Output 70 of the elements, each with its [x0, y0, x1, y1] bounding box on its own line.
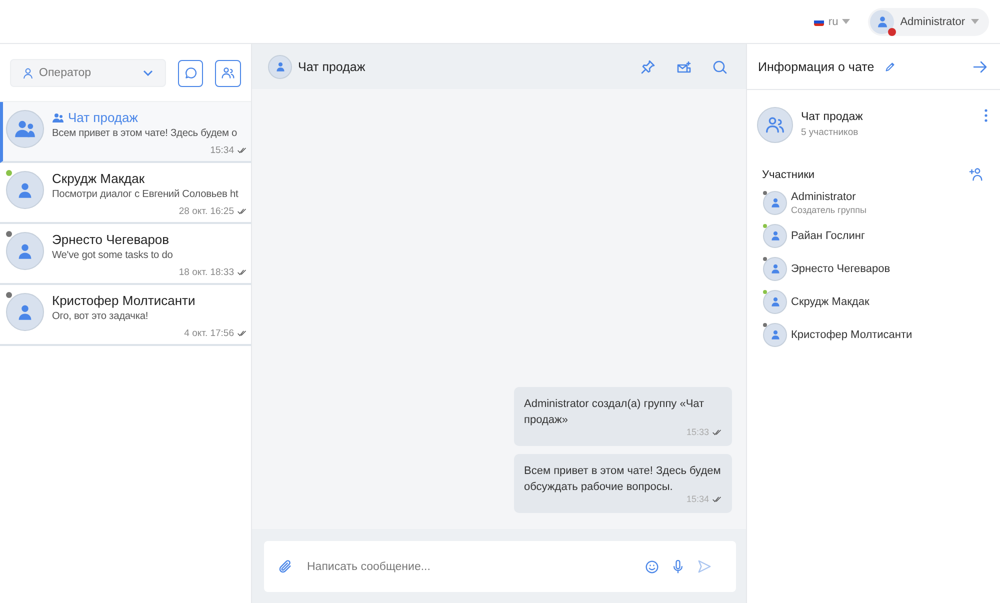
person-icon	[876, 15, 889, 28]
chevron-down-icon	[142, 70, 153, 76]
operator-dropdown[interactable]: Оператор	[10, 59, 166, 87]
message-time: 15:34	[686, 493, 709, 506]
more-icon[interactable]	[984, 109, 988, 122]
person-icon	[770, 296, 780, 307]
chat-title: Чат продаж	[298, 60, 366, 74]
search-icon[interactable]	[712, 58, 728, 74]
group-icon	[14, 120, 36, 138]
read-ticks-icon	[237, 330, 247, 337]
new-chat-button[interactable]	[178, 60, 204, 86]
russian-flag-icon	[814, 18, 824, 26]
chat-name: Скрудж Макдак	[52, 171, 145, 186]
person-icon	[770, 197, 780, 208]
message-preview: Всем привет в этом чате! Здесь будем о	[52, 128, 238, 139]
panel-title: Информация о чате	[758, 60, 874, 74]
group-name: Чат продаж	[801, 111, 863, 123]
person-icon	[23, 68, 33, 78]
chat-bubble-icon[interactable]	[184, 66, 198, 80]
member-role: Создатель группы	[791, 204, 866, 214]
member-name[interactable]: Скрудж Макдак	[791, 296, 870, 308]
new-group-button[interactable]	[215, 60, 241, 86]
message-preview: Посмотри диалог с Евгений Соловьев ht	[52, 189, 240, 200]
person-icon	[770, 263, 780, 274]
pin-icon[interactable]	[640, 58, 656, 74]
person-icon	[16, 303, 34, 321]
read-ticks-icon	[237, 147, 247, 154]
person-icon	[274, 61, 286, 72]
message-time: 15:33	[686, 426, 709, 439]
message-preview: Ого, вот это задачка!	[52, 311, 150, 322]
member-name[interactable]: Райан Гослинг	[791, 230, 865, 242]
arrow-right-icon[interactable]	[972, 58, 988, 74]
mail-icon[interactable]	[676, 58, 692, 74]
member-count: 5 участников	[801, 127, 860, 138]
add-user-icon[interactable]	[969, 167, 984, 182]
chat-time: 28 окт. 16:25	[178, 206, 234, 217]
microphone-icon[interactable]	[671, 560, 685, 574]
emoji-icon[interactable]	[645, 560, 659, 574]
message-preview: We've got some tasks to do	[52, 250, 174, 261]
read-ticks-icon	[237, 208, 247, 215]
chat-name: Чат продаж	[68, 110, 138, 125]
person-icon	[770, 329, 780, 340]
member-name[interactable]: Эрнесто Чегеваров	[791, 262, 890, 274]
caret-icon	[971, 19, 979, 24]
attach-icon[interactable]	[278, 559, 293, 574]
language-selector[interactable]: ru	[828, 16, 838, 28]
chat-list-item[interactable]: Чат продаж Всем привет в этом чате! Здесь будем о 15:34	[0, 102, 251, 163]
message-text: Administrator создал(а) группу «Чат продаж»	[524, 397, 706, 428]
message-text: Всем привет в этом чате! Здесь будем обсуждать рабочие вопросы.	[524, 464, 722, 495]
chat-name: Кристофер Молтисанти	[52, 293, 196, 308]
message-input[interactable]: Написать сообщение...	[305, 560, 633, 574]
people-icon[interactable]	[221, 66, 236, 80]
read-ticks-icon	[712, 428, 722, 436]
caret-icon	[842, 19, 850, 24]
person-icon	[770, 230, 780, 241]
read-ticks-icon	[712, 496, 722, 502]
people-icon[interactable]	[765, 115, 785, 135]
chat-time: 4 окт. 17:56	[184, 328, 234, 339]
group-icon	[52, 112, 64, 122]
read-ticks-icon	[237, 269, 247, 276]
chat-name: Эрнесто Чегеваров	[52, 232, 170, 247]
chat-time: 15:34	[210, 145, 234, 156]
person-icon	[16, 242, 34, 260]
user-menu-button[interactable]: Administrator	[868, 8, 989, 36]
person-icon	[16, 181, 34, 199]
pencil-icon[interactable]	[884, 60, 896, 72]
section-heading: Участники	[762, 168, 815, 180]
member-name[interactable]: Кристофер Молтисанти	[791, 328, 912, 340]
chat-time: 18 окт. 18:33	[178, 267, 234, 278]
member-name[interactable]: Administrator	[791, 190, 866, 202]
